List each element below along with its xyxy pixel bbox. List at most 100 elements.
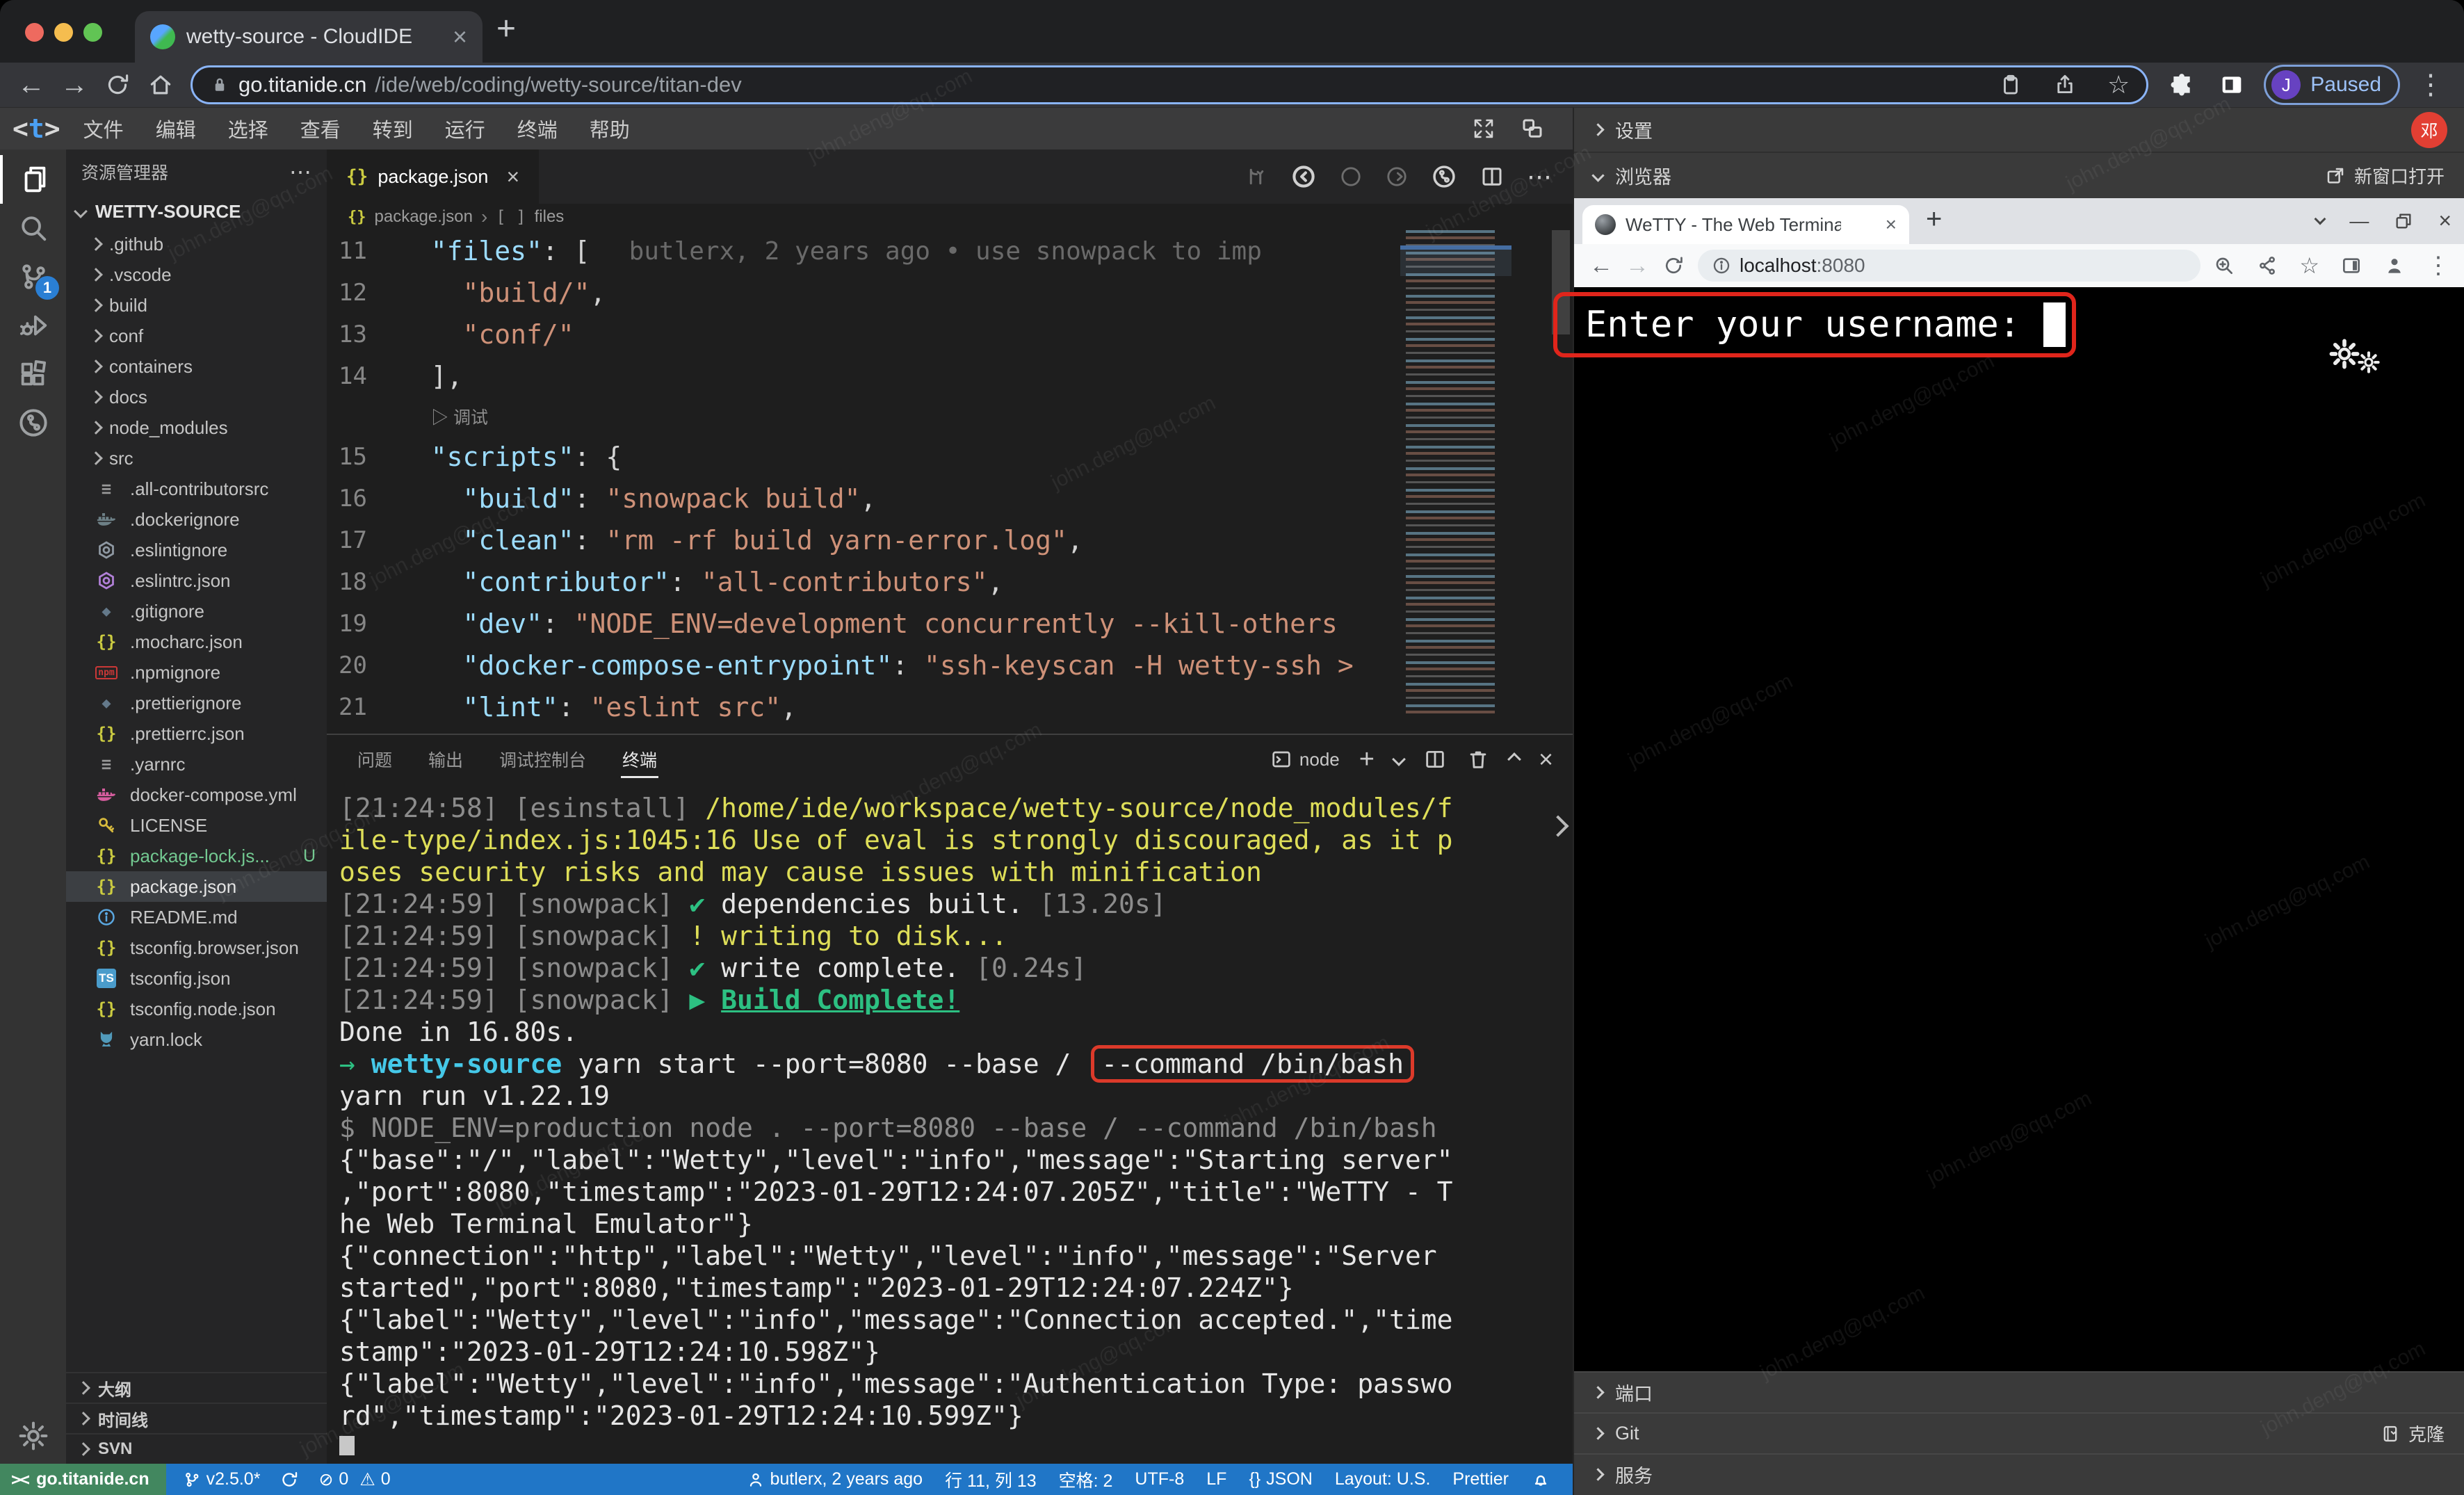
zoom-window-button[interactable] <box>83 23 102 42</box>
editor-tab-package-json[interactable]: {} package.json × <box>327 150 539 204</box>
webview-minimize-icon[interactable]: — <box>2349 210 2369 232</box>
wetty-terminal[interactable]: Enter your username: <box>1574 287 2464 1371</box>
explorer-item[interactable]: conf <box>66 321 327 351</box>
explorer-item[interactable]: node_modules <box>66 412 327 443</box>
menu-item[interactable]: 查看 <box>284 114 357 143</box>
webview-chevron-down-icon[interactable] <box>2315 213 2326 225</box>
explorer-item[interactable]: .eslintignore <box>66 535 327 565</box>
section-browser[interactable]: 浏览器 新窗口打开 <box>1574 153 2464 198</box>
nav-forward-icon[interactable] <box>1385 165 1409 188</box>
menu-item[interactable]: 选择 <box>212 114 284 143</box>
explorer-item[interactable]: {}tsconfig.node.json <box>66 994 327 1024</box>
explorer-root-folder[interactable]: WETTY-SOURCE <box>66 194 327 229</box>
code-area[interactable]: 11 "files": [butlerx, 2 years ago • use … <box>327 230 1401 734</box>
terminal-output[interactable]: [21:24:58] [esinstall] /home/ide/workspa… <box>327 784 1573 1455</box>
notifications-bell[interactable] <box>1531 1470 1550 1489</box>
explorer-item[interactable]: .dockerignore <box>66 504 327 535</box>
git-clone-button[interactable]: 克隆 <box>2381 1421 2445 1446</box>
explorer-more-icon[interactable]: ⋯ <box>289 159 311 185</box>
formatter[interactable]: Prettier <box>1452 1469 1509 1489</box>
editor-more-icon[interactable]: ⋯ <box>1527 162 1552 191</box>
breadcrumb[interactable]: {} package.json › [ ] files <box>327 204 1573 230</box>
nav-back-icon[interactable] <box>1290 163 1317 190</box>
activity-explorer[interactable] <box>0 155 66 204</box>
explorer-item[interactable]: {}package.json <box>66 871 327 902</box>
close-tab-icon[interactable]: × <box>506 164 519 190</box>
new-tab-button[interactable]: + <box>496 10 516 48</box>
timeline-branch-icon[interactable] <box>1431 163 1457 190</box>
explorer-item[interactable]: yarn.lock <box>66 1024 327 1055</box>
activity-search[interactable] <box>0 204 66 252</box>
blame-indicator[interactable]: butlerx, 2 years ago <box>747 1469 923 1489</box>
manage-gear-icon[interactable] <box>0 1419 66 1453</box>
webview-close-icon[interactable]: × <box>2438 208 2451 234</box>
explorer-item[interactable]: docs <box>66 382 327 412</box>
explorer-item[interactable]: {}.mocharc.json <box>66 627 327 657</box>
language-mode[interactable]: {}JSON <box>1249 1469 1312 1489</box>
remote-indicator[interactable]: >< go.titanide.cn <box>0 1464 166 1495</box>
webview-url-bar[interactable]: localhost:8080 <box>1698 250 2200 282</box>
explorer-item[interactable]: ◆.prettierignore <box>66 688 327 718</box>
webview-reload-button[interactable] <box>1656 254 1691 277</box>
bookmark-star-icon[interactable]: ☆ <box>2107 70 2130 99</box>
explorer-item[interactable]: ≡.all-contributorsrc <box>66 474 327 504</box>
explorer-item[interactable]: src <box>66 443 327 474</box>
activity-extensions[interactable] <box>0 350 66 398</box>
zoom-icon[interactable] <box>2213 254 2235 277</box>
maximize-panel-icon[interactable] <box>1507 752 1521 766</box>
split-editor-icon[interactable] <box>1480 164 1505 189</box>
explorer-item[interactable]: LICENSE <box>66 810 327 841</box>
panel-tab[interactable]: 终端 <box>604 735 675 784</box>
new-terminal-icon[interactable]: + <box>1359 745 1375 775</box>
section-services[interactable]: 服务 <box>1574 1453 2464 1494</box>
sidebar-section[interactable]: SVN <box>66 1433 327 1464</box>
minimap[interactable] <box>1406 230 1525 717</box>
sidebar-section[interactable]: 大纲 <box>66 1372 327 1403</box>
section-ports[interactable]: 端口 <box>1574 1371 2464 1412</box>
extensions-puzzle-icon[interactable] <box>2168 71 2196 99</box>
webview-tab[interactable]: WeTTY - The Web Terminal × <box>1582 205 1909 244</box>
layout-icon[interactable] <box>1520 116 1545 141</box>
menu-item[interactable]: 文件 <box>67 114 140 143</box>
webview-menu-icon[interactable]: ⋮ <box>2426 252 2450 280</box>
cursor-position[interactable]: 行 11, 列 13 <box>945 1467 1037 1492</box>
menu-item[interactable]: 终端 <box>501 114 574 143</box>
profile-button[interactable]: J Paused <box>2264 65 2400 105</box>
explorer-item[interactable]: README.md <box>66 902 327 932</box>
activity-svn[interactable] <box>0 398 66 447</box>
bookmark-star-icon[interactable]: ☆ <box>2299 252 2319 279</box>
terminal-process-select[interactable]: node <box>1270 748 1340 770</box>
webview-tab-close-icon[interactable]: × <box>1886 213 1897 236</box>
explorer-item[interactable]: build <box>66 290 327 321</box>
explorer-item[interactable]: npm.npmignore <box>66 657 327 688</box>
pull-request-icon[interactable] <box>1243 164 1268 189</box>
minimize-window-button[interactable] <box>54 23 73 42</box>
forward-button[interactable]: → <box>54 70 95 101</box>
nav-circle-icon[interactable] <box>1339 165 1363 188</box>
explorer-item[interactable]: ≡.yarnrc <box>66 749 327 779</box>
back-button[interactable]: ← <box>11 70 51 101</box>
explorer-item[interactable]: .eslintrc.json <box>66 565 327 596</box>
indentation[interactable]: 空格: 2 <box>1059 1467 1113 1492</box>
kill-terminal-icon[interactable] <box>1466 748 1490 771</box>
activity-source-control[interactable]: 1 <box>0 252 66 301</box>
panel-tab[interactable]: 输出 <box>410 735 481 784</box>
explorer-item[interactable]: TStsconfig.json <box>66 963 327 994</box>
eol[interactable]: LF <box>1206 1469 1226 1489</box>
explorer-item[interactable]: docker-compose.yml <box>66 779 327 810</box>
fullscreen-icon[interactable] <box>1471 116 1496 141</box>
side-panel-icon[interactable] <box>2340 254 2362 277</box>
clipboard-icon[interactable] <box>1999 73 2023 97</box>
close-panel-icon[interactable]: × <box>1539 745 1553 774</box>
explorer-item[interactable]: {}tsconfig.browser.json <box>66 932 327 963</box>
menu-item[interactable]: 帮助 <box>574 114 646 143</box>
side-panel-icon[interactable] <box>2218 71 2246 99</box>
webview-new-tab-button[interactable]: + <box>1926 204 1942 235</box>
split-terminal-icon[interactable] <box>1423 748 1447 771</box>
section-git[interactable]: Git 克隆 <box>1574 1412 2464 1453</box>
panel-tab[interactable]: 调试控制台 <box>481 735 604 784</box>
section-settings[interactable]: 设置 邓 <box>1574 108 2464 153</box>
explorer-item[interactable]: .vscode <box>66 259 327 290</box>
activity-run-debug[interactable] <box>0 301 66 350</box>
panel-tab[interactable]: 问题 <box>339 735 410 784</box>
